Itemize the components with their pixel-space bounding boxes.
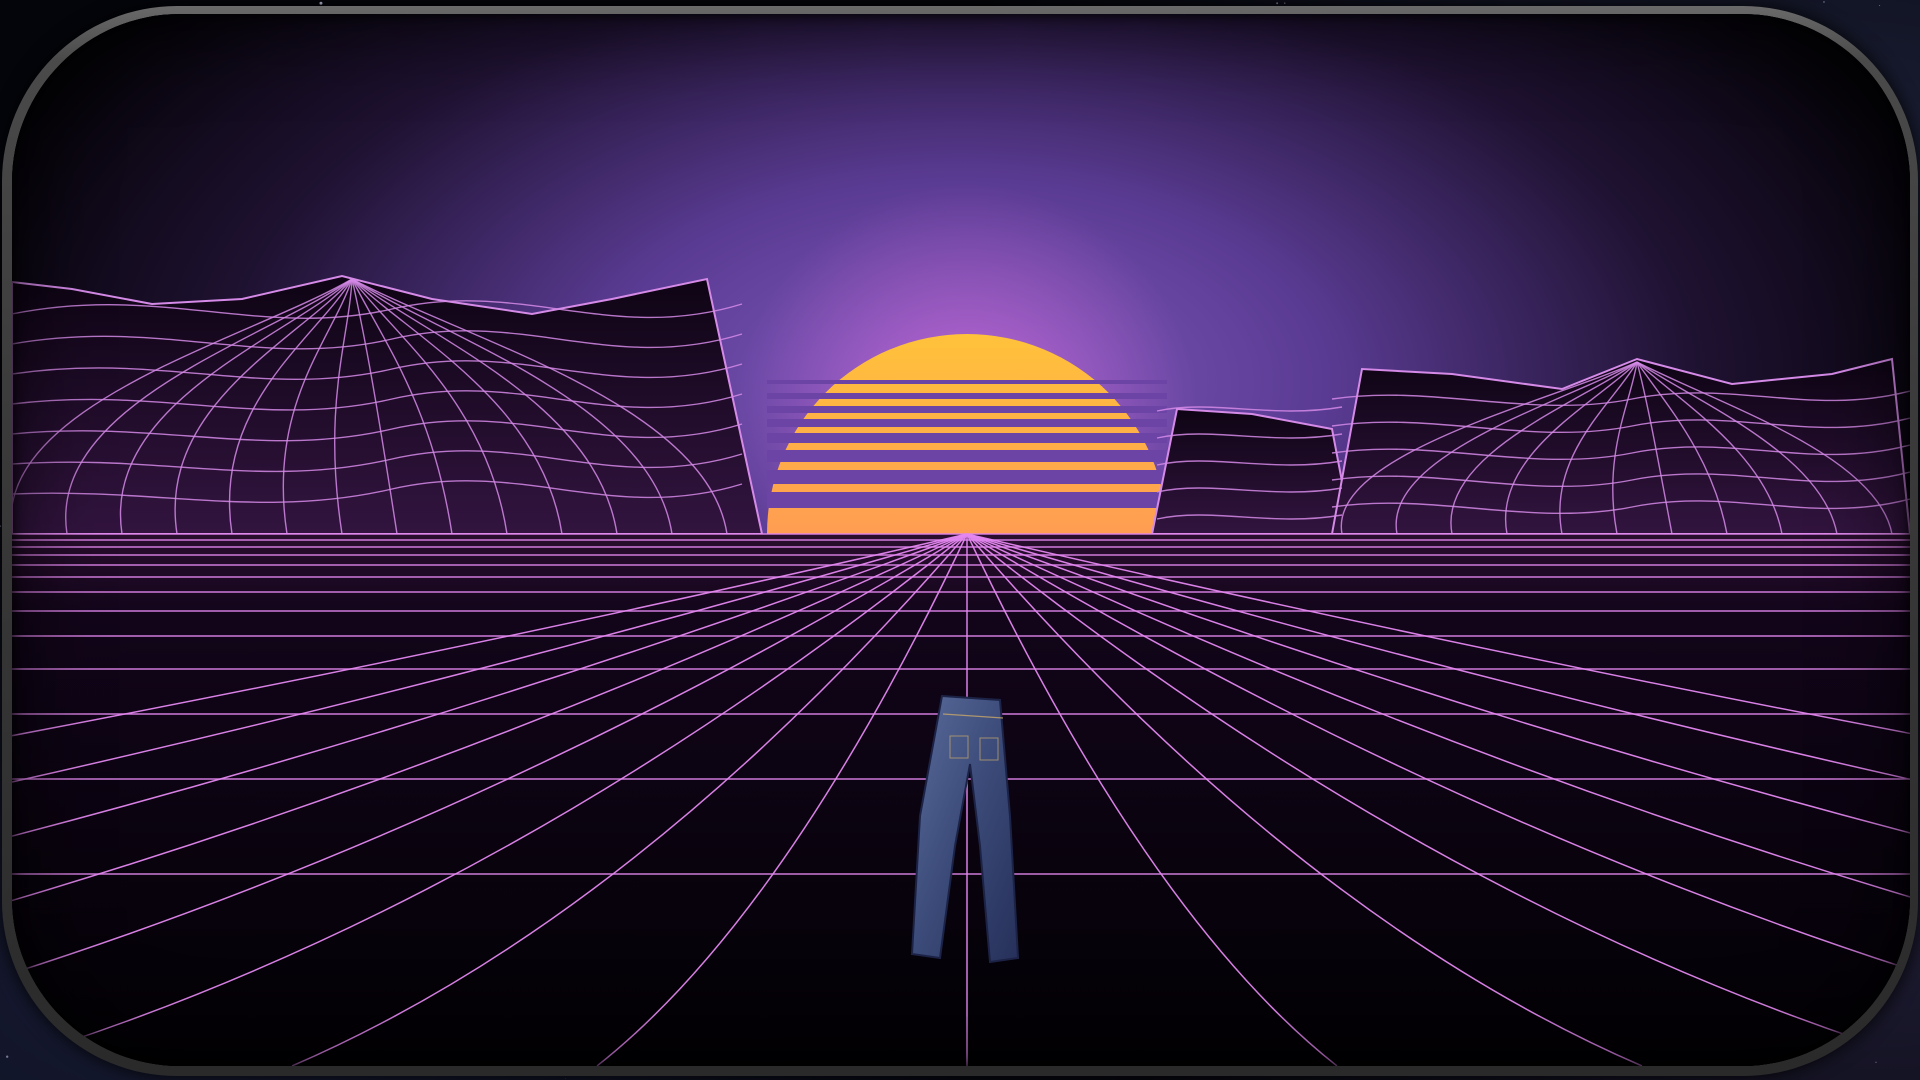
star — [1879, 5, 1881, 6]
star — [6, 1055, 9, 1058]
sun-stripe — [767, 433, 1167, 443]
game-viewport — [0, 0, 1920, 1080]
star — [319, 1, 323, 5]
star — [1284, 2, 1286, 4]
sun-stripe — [767, 450, 1167, 462]
star — [1276, 2, 1279, 5]
sun-stripe — [767, 380, 1167, 384]
star — [1823, 1, 1825, 3]
sun-stripe — [767, 406, 1167, 413]
sun-stripe — [767, 393, 1167, 399]
game-scene[interactable] — [12, 14, 1910, 1066]
star — [565, 1078, 566, 1079]
scene-canvas — [12, 14, 1910, 1066]
sun-stripe — [767, 470, 1167, 484]
sun-stripe — [767, 419, 1167, 427]
sun-stripe — [767, 492, 1167, 508]
left-mountain — [12, 274, 764, 535]
